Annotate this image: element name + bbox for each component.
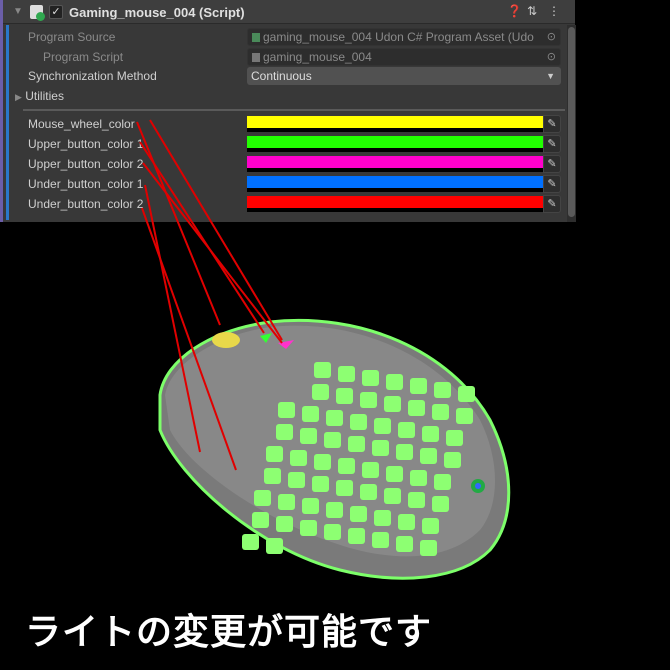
- honeycomb-cell: [458, 386, 475, 402]
- honeycomb-cell: [288, 472, 305, 488]
- honeycomb-cell: [362, 462, 379, 478]
- honeycomb-cell: [410, 378, 427, 394]
- honeycomb-cell: [302, 498, 319, 514]
- honeycomb-cell: [434, 382, 451, 398]
- honeycomb-cell: [314, 454, 331, 470]
- honeycomb-cell: [444, 452, 461, 468]
- mouse-illustration: [136, 119, 511, 580]
- honeycomb-cell: [276, 424, 293, 440]
- honeycomb-cell: [396, 536, 413, 552]
- honeycomb-cell: [290, 450, 307, 466]
- honeycomb-cell: [312, 384, 329, 400]
- honeycomb-cell: [348, 436, 365, 452]
- honeycomb-cell: [422, 426, 439, 442]
- honeycomb-cell: [408, 400, 425, 416]
- honeycomb-cell: [278, 402, 295, 418]
- honeycomb-cell: [326, 410, 343, 426]
- honeycomb-cell: [410, 470, 427, 486]
- honeycomb-cell: [312, 476, 329, 492]
- honeycomb-cell: [386, 374, 403, 390]
- honeycomb-cell: [432, 404, 449, 420]
- honeycomb-cell: [254, 490, 271, 506]
- honeycomb-cell: [398, 514, 415, 530]
- honeycomb-cell: [446, 430, 463, 446]
- honeycomb-cell: [338, 366, 355, 382]
- honeycomb-cell: [384, 488, 401, 504]
- honeycomb-cell: [374, 418, 391, 434]
- honeycomb-cell: [264, 468, 281, 484]
- honeycomb-cell: [350, 506, 367, 522]
- honeycomb-cell: [408, 492, 425, 508]
- honeycomb-cell: [300, 428, 317, 444]
- caption-text: ライトの変更が可能です: [25, 611, 433, 652]
- honeycomb-cell: [266, 446, 283, 462]
- honeycomb-cell: [350, 414, 367, 430]
- honeycomb-cell: [432, 496, 449, 512]
- honeycomb-cell: [372, 532, 389, 548]
- honeycomb-cell: [374, 510, 391, 526]
- honeycomb-cell: [324, 524, 341, 540]
- honeycomb-cell: [456, 408, 473, 424]
- honeycomb-cell: [302, 406, 319, 422]
- honeycomb-cell: [242, 534, 259, 550]
- logo-center: [475, 483, 481, 489]
- honeycomb-cell: [422, 518, 439, 534]
- honeycomb-cell: [252, 512, 269, 528]
- honeycomb-cell: [420, 540, 437, 556]
- honeycomb-cell: [348, 528, 365, 544]
- honeycomb-cell: [398, 422, 415, 438]
- honeycomb-cell: [420, 448, 437, 464]
- honeycomb-cell: [434, 474, 451, 490]
- honeycomb-cell: [336, 480, 353, 496]
- honeycomb-cell: [386, 466, 403, 482]
- honeycomb-cell: [360, 392, 377, 408]
- honeycomb-cell: [326, 502, 343, 518]
- mouse-wheel: [212, 332, 240, 348]
- honeycomb-cell: [360, 484, 377, 500]
- honeycomb-cell: [384, 396, 401, 412]
- honeycomb-cell: [300, 520, 317, 536]
- honeycomb-cell: [276, 516, 293, 532]
- honeycomb-cell: [266, 538, 283, 554]
- honeycomb-cell: [314, 362, 331, 378]
- honeycomb-cell: [362, 370, 379, 386]
- honeycomb-cell: [338, 458, 355, 474]
- honeycomb-cell: [278, 494, 295, 510]
- honeycomb-cell: [396, 444, 413, 460]
- honeycomb-cell: [336, 388, 353, 404]
- honeycomb-cell: [372, 440, 389, 456]
- honeycomb-cell: [324, 432, 341, 448]
